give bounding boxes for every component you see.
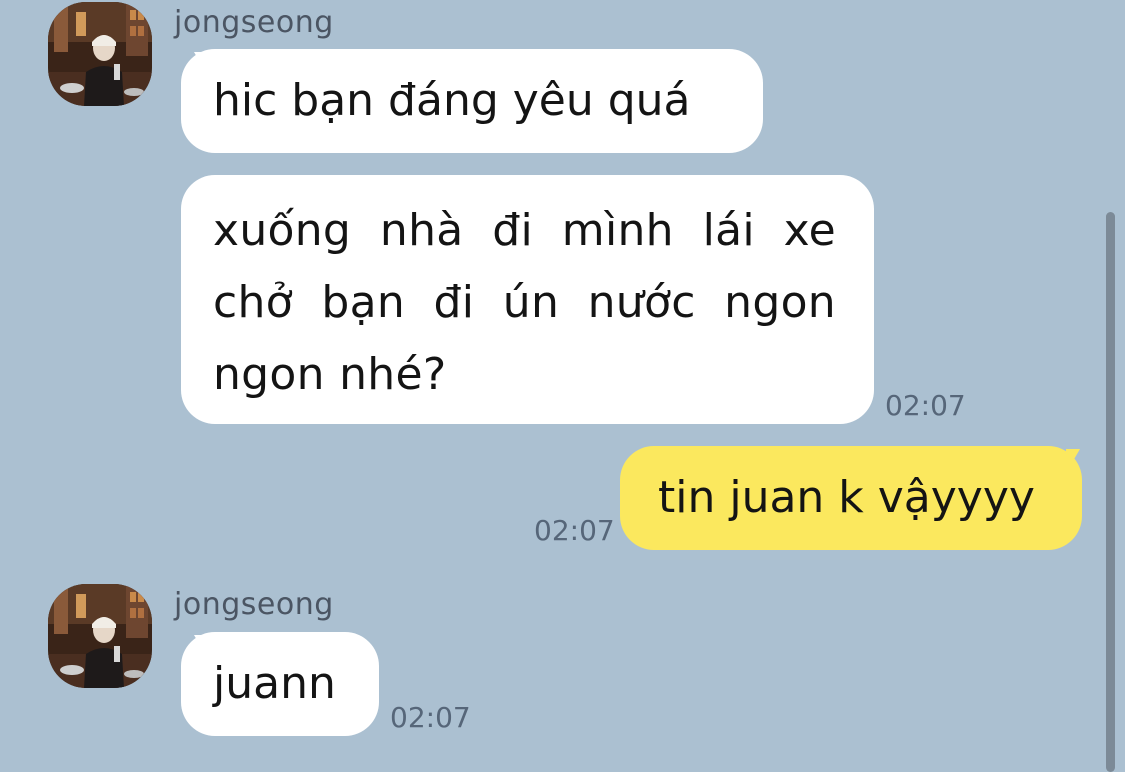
message-bubble-incoming[interactable]: juann bbox=[181, 632, 379, 736]
bubble-tail bbox=[1066, 449, 1100, 473]
message-bubble-outgoing[interactable]: tin juan k vậyyyy bbox=[620, 446, 1082, 550]
sender-name: jongseong bbox=[174, 587, 334, 622]
sender-avatar[interactable] bbox=[48, 584, 152, 688]
scrollbar[interactable] bbox=[1106, 212, 1115, 772]
message-text: juann bbox=[213, 658, 336, 709]
message-text: tin juan k vậyyyy bbox=[658, 472, 1035, 523]
sender-name: jongseong bbox=[174, 5, 334, 40]
message-timestamp: 02:07 bbox=[390, 701, 471, 734]
chat-area[interactable]: jongseong hic bạn đáng yêu quá xuống nhà… bbox=[0, 0, 1125, 772]
message-bubble-incoming[interactable]: xuống nhà đi mình lái xe chở bạn đi ún n… bbox=[181, 175, 874, 424]
message-timestamp: 02:07 bbox=[534, 514, 615, 547]
message-timestamp: 02:07 bbox=[885, 389, 966, 422]
message-bubble-incoming[interactable]: hic bạn đáng yêu quá bbox=[181, 49, 763, 153]
message-text: xuống nhà đi mình lái xe chở bạn đi ún n… bbox=[213, 205, 836, 400]
message-text: hic bạn đáng yêu quá bbox=[213, 75, 691, 126]
sender-avatar[interactable] bbox=[48, 2, 152, 106]
